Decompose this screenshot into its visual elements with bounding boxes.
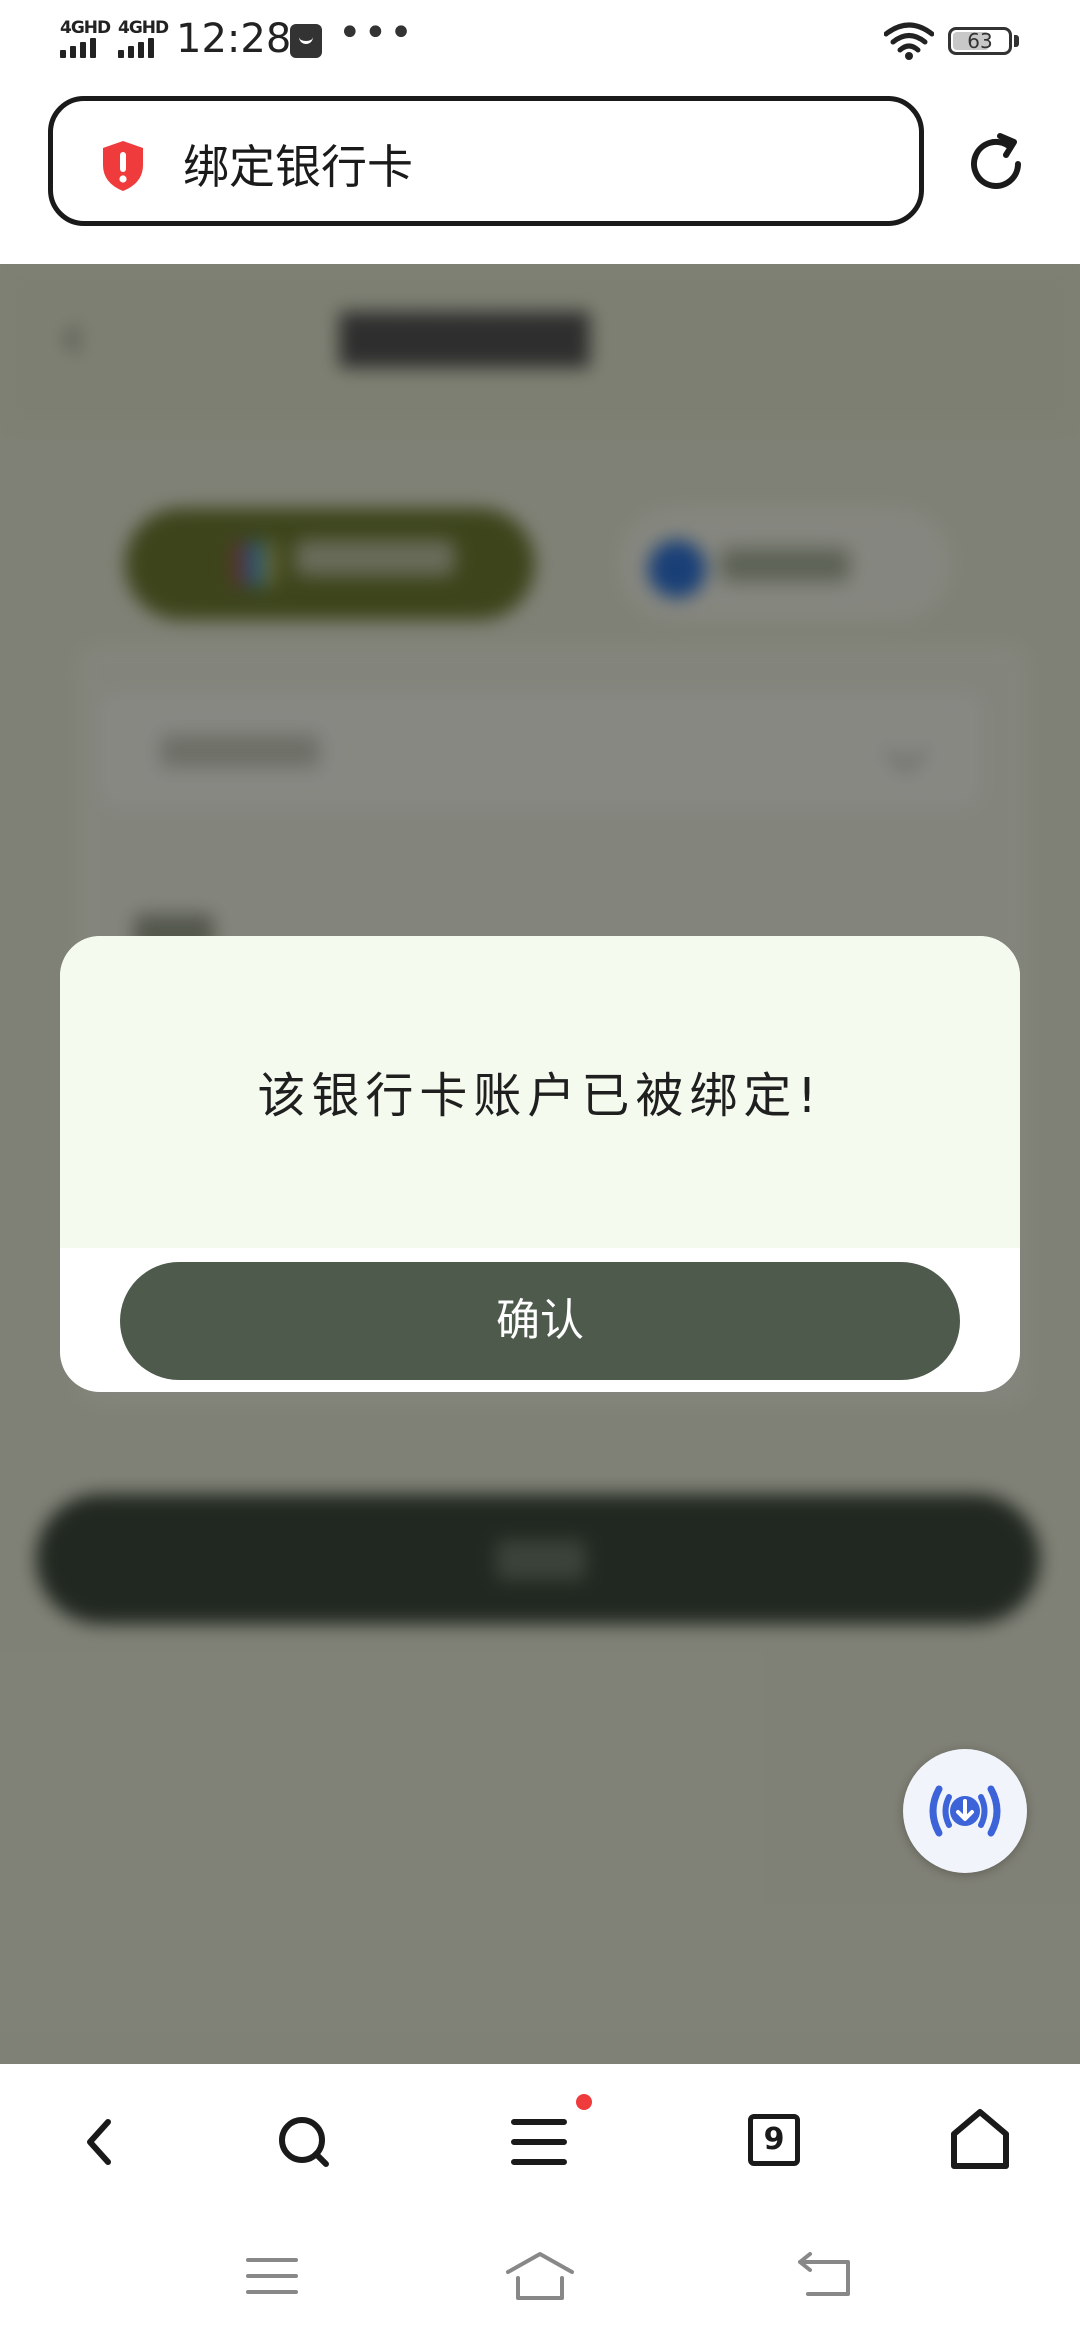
dialog-message: 该银行卡账户已被绑定! (257, 1068, 823, 1124)
battery-level: 63 (967, 29, 993, 53)
battery-tip (1014, 35, 1019, 47)
reload-icon[interactable] (958, 126, 1034, 202)
alert-dialog: 该银行卡账户已被绑定! 确认 (60, 936, 1020, 1392)
more-notifications-icon: ••• (338, 10, 415, 56)
home-icon[interactable] (944, 2104, 1016, 2176)
confirm-button[interactable]: 确认 (120, 1262, 960, 1380)
page-title[interactable]: 绑定银行卡 (183, 131, 413, 197)
signal-label: 4GHD (60, 18, 111, 38)
download-fab[interactable] (903, 1749, 1027, 1873)
signal-label: 4GHD (118, 18, 169, 38)
status-time: 12:28 (176, 16, 292, 62)
notification-dot (576, 2094, 592, 2110)
menu-icon[interactable] (504, 2106, 576, 2178)
shield-alert-icon[interactable] (99, 139, 147, 193)
tabs-button[interactable]: 9 (748, 2114, 800, 2166)
notification-bag-icon (290, 24, 322, 58)
search-icon[interactable] (268, 2106, 340, 2178)
recents-icon[interactable] (244, 2252, 300, 2300)
cellular-signal-icon: 4GHD (118, 18, 169, 58)
download-broadcast-icon (929, 1785, 1001, 1837)
address-bar[interactable]: 绑定银行卡 (48, 96, 924, 226)
cellular-signal-icon: 4GHD (60, 18, 111, 58)
back-icon[interactable] (64, 2106, 136, 2178)
status-bar: 4GHD 4GHD 12:28 ••• 63 (0, 0, 1080, 86)
system-back-icon[interactable] (794, 2250, 854, 2302)
wifi-icon (884, 22, 934, 60)
system-home-icon[interactable] (504, 2248, 576, 2304)
battery-indicator: 63 (948, 27, 1012, 55)
